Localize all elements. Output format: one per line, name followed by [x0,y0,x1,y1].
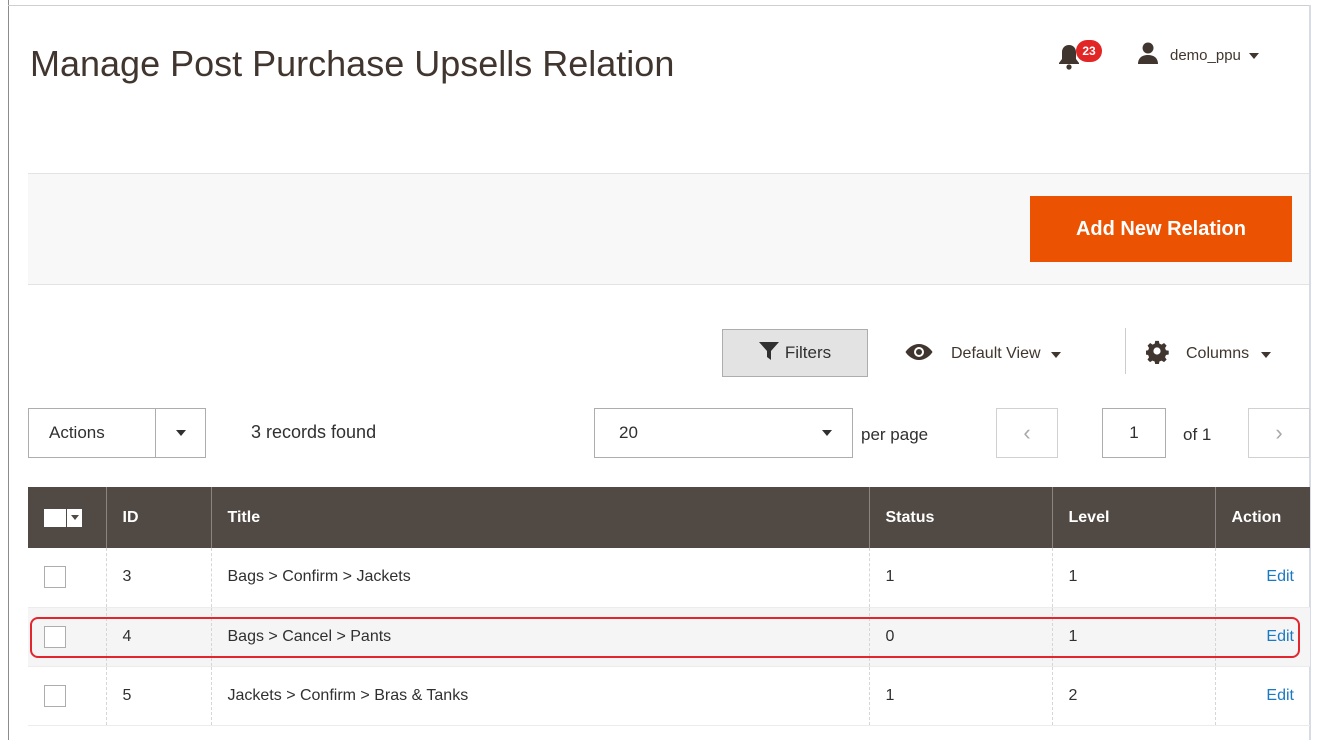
table-row: 3 Bags > Confirm > Jackets 1 1 Edit [28,548,1310,607]
page-title: Manage Post Purchase Upsells Relation [30,43,675,84]
chevron-down-icon [155,409,205,457]
relations-grid: ID Title Status Level Action 3 Bags > Co… [28,487,1310,726]
cell-title: Bags > Cancel > Pants [210,607,869,666]
cell-id: 5 [105,666,211,725]
edit-link[interactable]: Edit [1266,628,1294,645]
columns-dropdown[interactable]: Columns [1145,340,1272,369]
chevron-down-icon [802,430,852,436]
previous-page-button[interactable]: ‹ [996,408,1058,458]
row-checkbox[interactable] [44,684,66,707]
table-row: 4 Bags > Cancel > Pants 0 1 Edit [28,607,1310,666]
notification-count-badge: 23 [1076,40,1102,62]
cell-status: 1 [868,666,1052,725]
next-page-button[interactable]: › [1248,408,1310,458]
add-new-relation-button[interactable]: Add New Relation [1030,196,1292,262]
cell-action: Edit [1214,548,1310,607]
chevron-down-icon [1050,345,1061,363]
cell-status: 1 [868,548,1052,607]
row-select-cell [28,548,106,607]
actions-label: Actions [49,423,105,442]
table-row: 5 Jackets > Confirm > Bras & Tanks 1 2 E… [28,666,1310,725]
default-view-dropdown[interactable]: Default View [905,340,1061,368]
column-header-level[interactable]: Level [1051,487,1215,548]
column-header-id[interactable]: ID [105,487,211,548]
user-account-menu[interactable]: demo_ppu [1138,40,1259,70]
row-checkbox[interactable] [44,566,66,589]
cell-level: 1 [1051,607,1215,666]
username-label: demo_ppu [1170,46,1241,64]
mass-actions-dropdown[interactable]: Actions [28,408,206,458]
edit-link[interactable]: Edit [1266,687,1294,704]
view-label: Default View [951,345,1041,362]
cell-action: Edit [1214,666,1310,725]
filter-icon [758,341,785,365]
cell-status: 0 [868,607,1052,666]
toolbar-divider [1125,328,1126,374]
cell-id: 4 [105,607,211,666]
row-select-cell [28,666,106,725]
chevron-down-icon[interactable] [66,508,82,527]
cell-title: Bags > Confirm > Jackets [210,548,869,607]
select-all-checkbox[interactable] [44,508,66,527]
eye-icon [905,343,933,366]
per-page-value: 20 [619,423,638,442]
filters-label: Filters [784,343,832,362]
gear-icon [1145,340,1170,369]
mass-select-header[interactable] [28,487,106,548]
columns-label: Columns [1186,345,1250,362]
current-page-input[interactable] [1102,408,1166,458]
row-select-cell [28,607,106,666]
cell-title: Jackets > Confirm > Bras & Tanks [210,666,869,725]
chevron-right-icon: › [1275,420,1283,445]
chevron-down-icon [1248,46,1259,64]
column-header-status[interactable]: Status [868,487,1052,548]
row-checkbox[interactable] [44,625,66,648]
column-header-action: Action [1214,487,1310,548]
chevron-left-icon: ‹ [1023,420,1031,445]
notifications-button[interactable]: 23 [1058,40,1108,72]
cell-level: 2 [1051,666,1215,725]
filters-button[interactable]: Filters [722,329,868,377]
chevron-down-icon [1261,345,1272,363]
cell-action: Edit [1214,607,1310,666]
column-header-title[interactable]: Title [210,487,869,548]
total-pages-label: of 1 [1183,425,1212,444]
cell-id: 3 [105,548,211,607]
user-icon [1138,42,1158,69]
edit-link[interactable]: Edit [1266,568,1294,585]
grid-header-row: ID Title Status Level Action [28,487,1310,548]
per-page-select[interactable]: 20 [594,408,853,458]
cell-level: 1 [1051,548,1215,607]
records-count: 3 records found [251,422,377,442]
window-top-border [8,5,1311,6]
window-left-border [8,0,9,740]
per-page-label: per page [861,425,929,444]
